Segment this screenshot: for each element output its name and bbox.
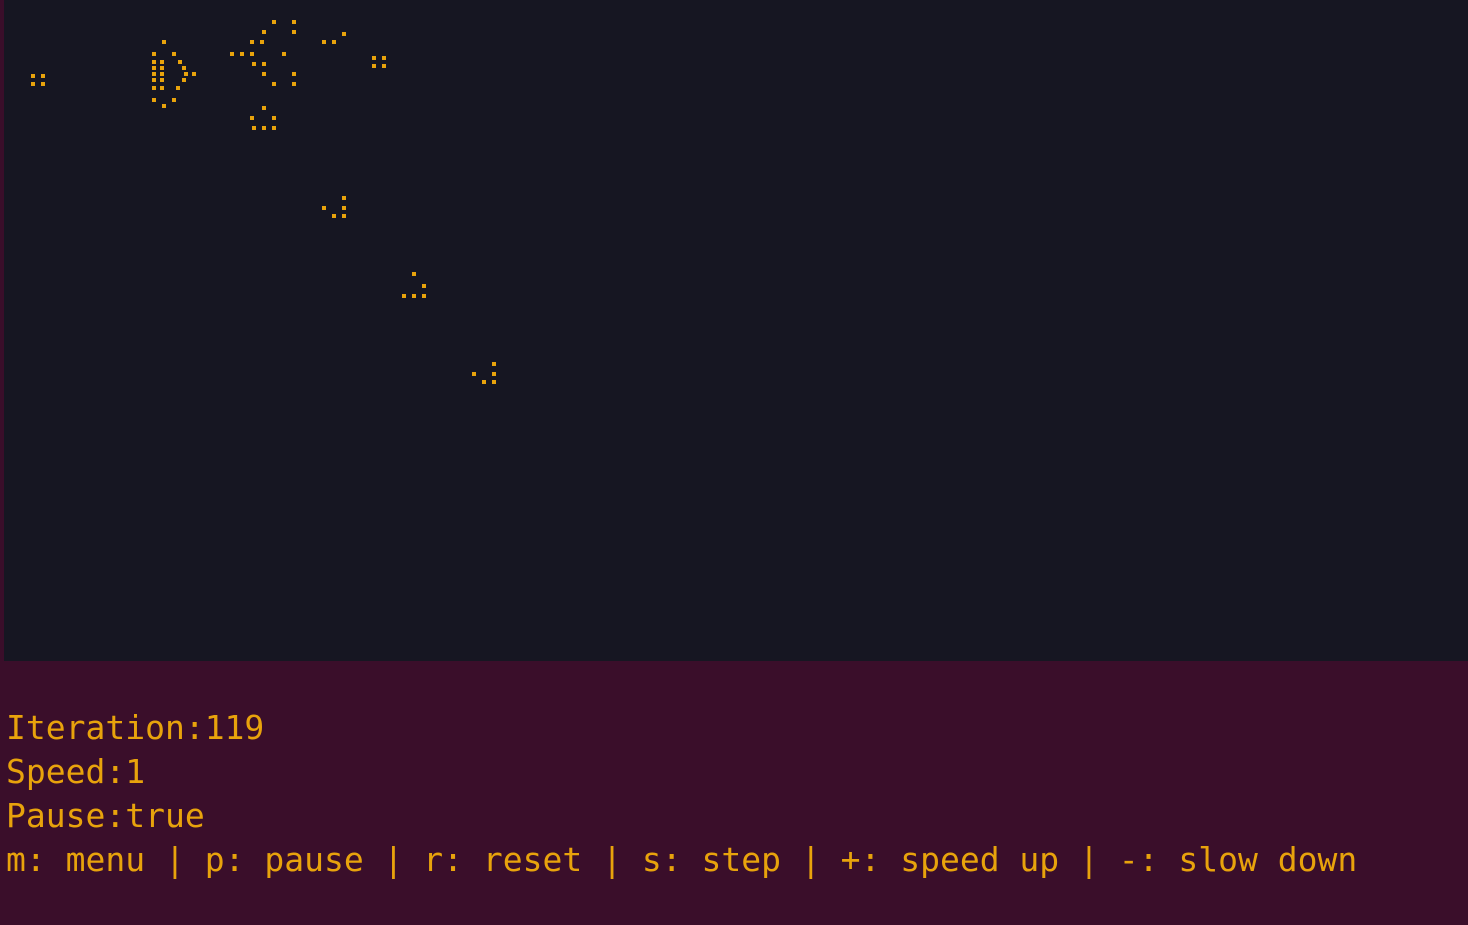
live-cell	[372, 56, 376, 60]
live-cell	[184, 72, 188, 76]
live-cell	[292, 30, 296, 34]
pause-label: Pause:	[6, 796, 126, 835]
live-cell	[160, 60, 164, 64]
live-cell	[230, 52, 234, 56]
iteration-status: Iteration:119	[6, 706, 264, 750]
live-cell	[250, 52, 254, 56]
live-cell	[178, 60, 182, 64]
live-cell	[272, 116, 276, 120]
live-cell	[492, 362, 496, 366]
live-cell	[472, 372, 476, 376]
game-board[interactable]	[4, 0, 1468, 661]
live-cell	[162, 40, 166, 44]
live-cell	[492, 380, 496, 384]
speed-value: 1	[125, 752, 146, 791]
live-cell	[422, 284, 426, 288]
live-cell	[176, 86, 180, 90]
iteration-value: 119	[204, 708, 265, 747]
live-cell	[272, 20, 276, 24]
live-cell	[160, 66, 164, 70]
live-cell	[492, 372, 496, 376]
live-cell	[402, 294, 406, 298]
status-panel: Iteration:119 Speed:1 Pause:true m: menu…	[4, 661, 1468, 925]
live-cell	[250, 40, 254, 44]
help-separator: |	[363, 840, 424, 879]
live-cell	[372, 64, 376, 68]
live-cell	[182, 78, 186, 82]
pause-value: true	[125, 796, 205, 835]
help-reset[interactable]: r: reset	[423, 840, 582, 879]
live-cell	[292, 82, 296, 86]
live-cell	[292, 20, 296, 24]
live-cell	[182, 66, 186, 70]
help-separator: |	[145, 840, 205, 879]
live-cell	[412, 294, 416, 298]
live-cell	[41, 82, 45, 86]
iteration-label: Iteration:	[6, 708, 205, 747]
live-cell	[152, 72, 156, 76]
live-cell	[260, 40, 264, 44]
live-cell	[262, 106, 266, 110]
live-cell	[482, 380, 486, 384]
live-cell	[152, 86, 156, 90]
live-cell	[172, 98, 176, 102]
live-cell	[282, 52, 286, 56]
help-speed-up[interactable]: +: speed up	[841, 840, 1060, 879]
live-cell	[252, 62, 256, 66]
live-cell	[152, 60, 156, 64]
live-cell	[382, 64, 386, 68]
live-cell	[31, 74, 35, 78]
live-cell	[422, 294, 426, 298]
live-cell	[272, 126, 276, 130]
live-cell	[342, 32, 346, 36]
live-cell	[41, 74, 45, 78]
live-cell	[342, 214, 346, 218]
speed-status: Speed:1	[6, 750, 145, 794]
help-menu[interactable]: m: menu	[6, 840, 145, 879]
live-cell	[332, 40, 336, 44]
live-cell	[342, 206, 346, 210]
keyboard-help: m: menu | p: pause | r: reset | s: step …	[6, 838, 1357, 882]
live-cell	[262, 126, 266, 130]
live-cell	[160, 72, 164, 76]
live-cell	[172, 52, 176, 56]
speed-label: Speed:	[6, 752, 126, 791]
live-cell	[152, 78, 156, 82]
live-cell	[262, 62, 266, 66]
live-cell	[322, 40, 326, 44]
live-cell	[152, 52, 156, 56]
help-separator: |	[1059, 840, 1119, 879]
live-cell	[152, 98, 156, 102]
live-cell	[152, 66, 156, 70]
live-cell	[160, 78, 164, 82]
help-separator: |	[780, 840, 841, 879]
live-cell	[240, 52, 244, 56]
live-cell	[262, 30, 266, 34]
help-pause[interactable]: p: pause	[205, 840, 364, 879]
live-cell	[332, 214, 336, 218]
live-cell	[412, 272, 416, 276]
live-cell	[192, 72, 196, 76]
pause-status: Pause:true	[6, 794, 205, 838]
live-cell	[162, 104, 166, 108]
live-cell	[31, 82, 35, 86]
live-cell	[292, 72, 296, 76]
live-cell	[322, 206, 326, 210]
live-cell	[252, 126, 256, 130]
help-separator: |	[582, 840, 642, 879]
help-step[interactable]: s: step	[642, 840, 781, 879]
live-cell	[262, 72, 266, 76]
live-cell	[250, 116, 254, 120]
help-slow-down[interactable]: -: slow down	[1119, 840, 1357, 879]
live-cell	[160, 86, 164, 90]
live-cell	[272, 82, 276, 86]
live-cell	[342, 196, 346, 200]
live-cell	[382, 56, 386, 60]
